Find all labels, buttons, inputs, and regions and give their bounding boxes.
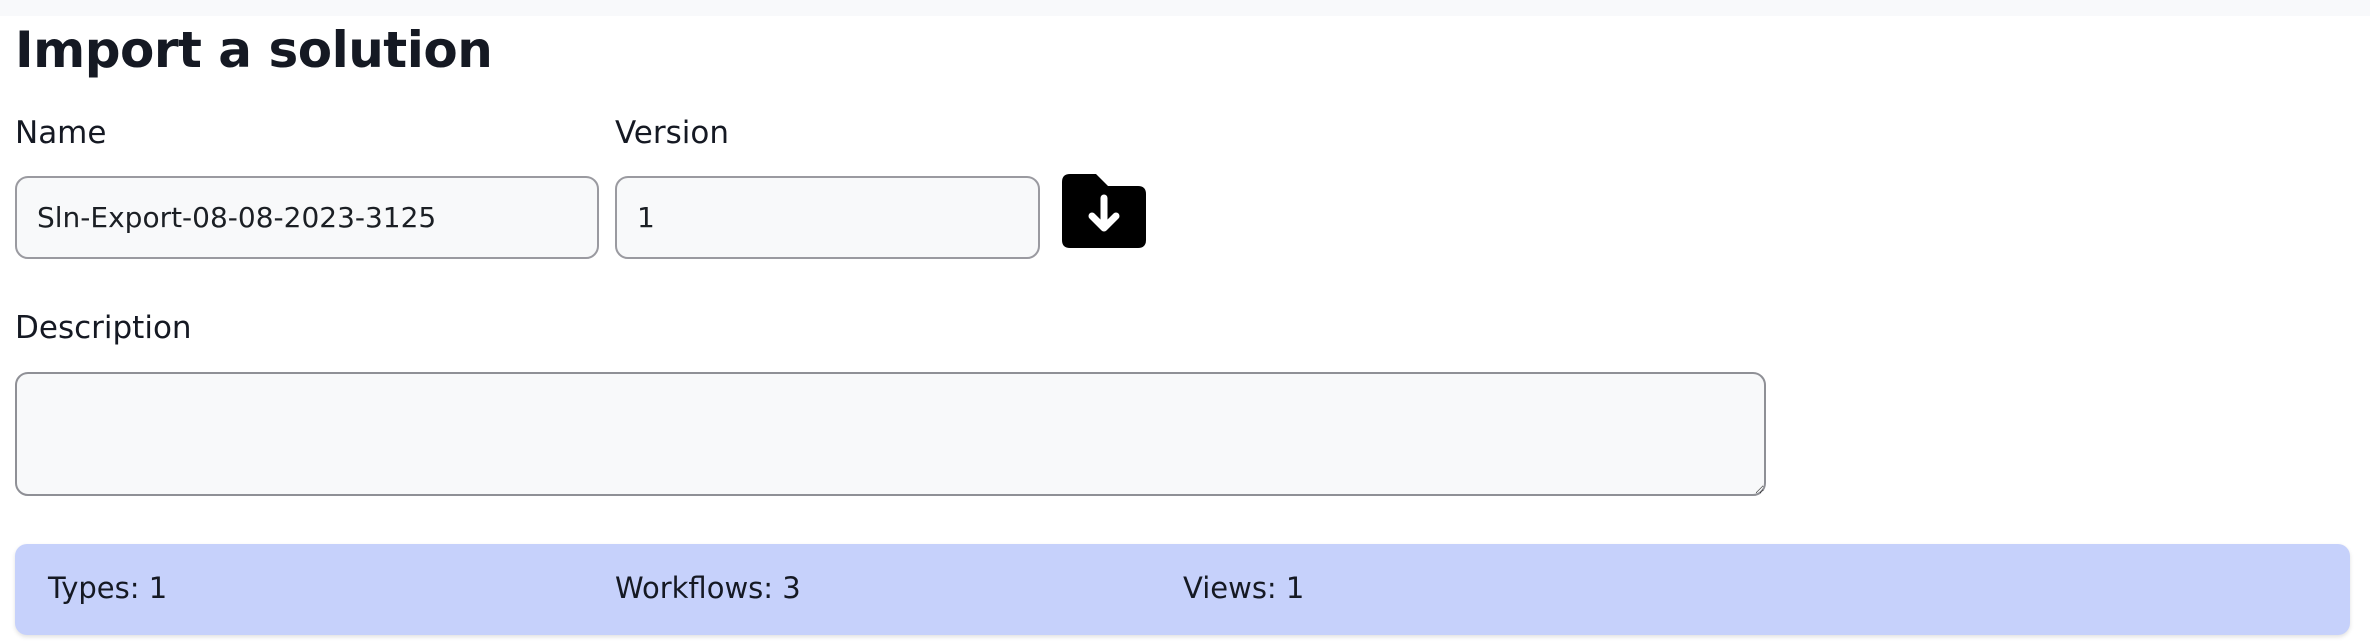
description-label: Description <box>15 310 192 346</box>
name-label: Name <box>15 115 107 151</box>
types-count: Types: 1 <box>48 571 168 605</box>
description-textarea[interactable] <box>15 372 1766 496</box>
page-title: Import a solution <box>15 21 493 79</box>
import-file-button[interactable] <box>1062 174 1146 248</box>
version-input[interactable] <box>615 176 1040 259</box>
version-label: Version <box>615 115 729 151</box>
import-solution-panel: Import a solution Name Version Descripti… <box>0 16 2370 644</box>
solution-summary: Types: 1 Workflows: 3 Views: 1 <box>15 544 2350 635</box>
folder-download-icon <box>1062 174 1146 248</box>
views-count: Views: 1 <box>1183 571 1305 605</box>
workflows-count: Workflows: 3 <box>615 571 801 605</box>
name-input[interactable] <box>15 176 599 259</box>
